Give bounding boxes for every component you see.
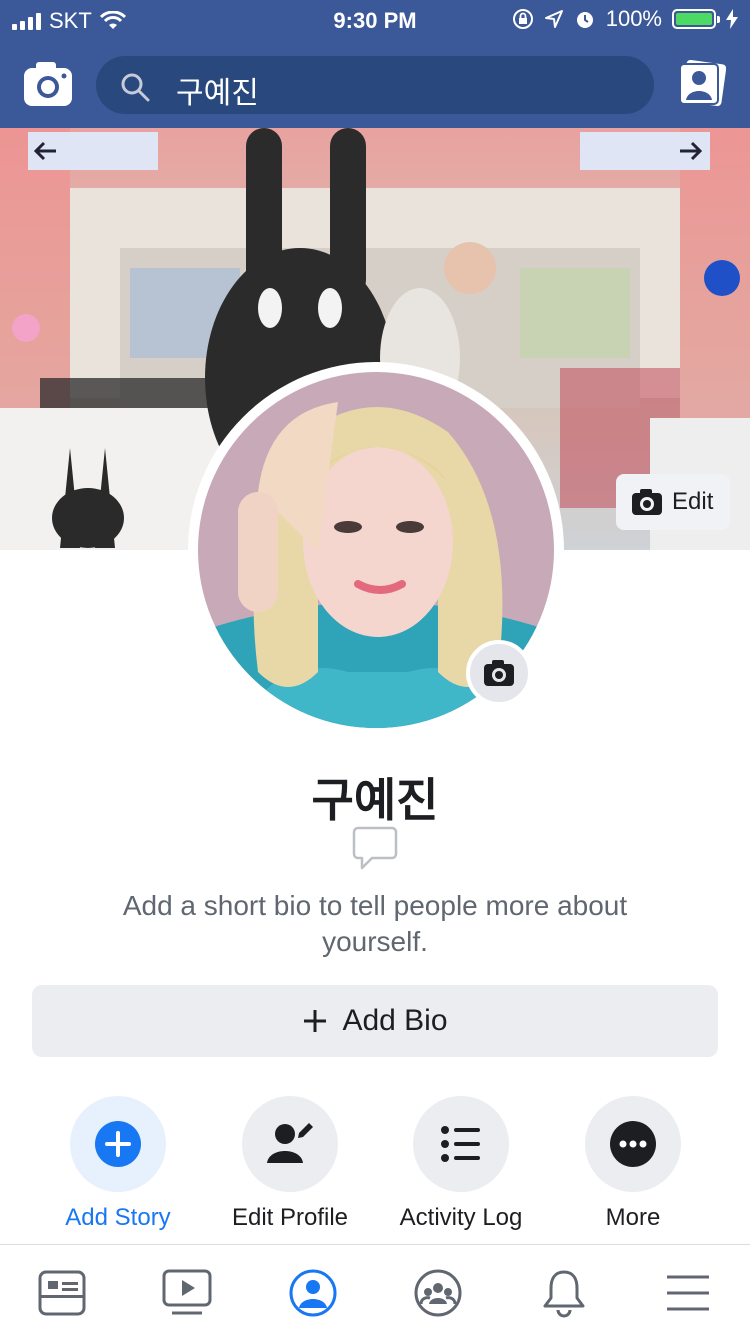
top-bar: SKT 9:30 PM 100% 구예진 bbox=[0, 0, 750, 128]
activity-log-label: Activity Log bbox=[399, 1204, 523, 1231]
edit-cover-label: Edit bbox=[672, 488, 714, 515]
battery-icon bbox=[672, 9, 720, 29]
menu-icon bbox=[667, 1275, 709, 1311]
edit-profile-button[interactable]: Edit Profile bbox=[205, 1096, 375, 1232]
news-feed-icon bbox=[38, 1270, 86, 1316]
search-input[interactable]: 구예진 bbox=[176, 68, 259, 112]
search-bar[interactable]: 구예진 bbox=[96, 56, 654, 114]
tab-notifications[interactable] bbox=[534, 1263, 594, 1323]
profile-actions: Add Story Edit Profile Activity Log More bbox=[0, 1096, 750, 1246]
list-icon bbox=[441, 1126, 480, 1162]
more-icon bbox=[610, 1121, 656, 1167]
plus-icon bbox=[304, 1010, 327, 1032]
groups-icon bbox=[414, 1269, 462, 1317]
activity-log-button[interactable]: Activity Log bbox=[376, 1096, 546, 1232]
add-story-button[interactable]: Add Story bbox=[33, 1096, 203, 1232]
add-bio-button[interactable]: Add Bio bbox=[32, 985, 718, 1057]
tab-news-feed[interactable] bbox=[32, 1263, 92, 1323]
status-bar: SKT 9:30 PM 100% bbox=[0, 0, 750, 40]
notifications-icon bbox=[543, 1270, 585, 1318]
bio-prompt-text: Add a short bio to tell people more abou… bbox=[122, 890, 628, 957]
rotation-lock-icon bbox=[512, 9, 533, 29]
camera-icon bbox=[632, 489, 662, 515]
camera-button[interactable] bbox=[24, 62, 72, 106]
location-icon bbox=[544, 10, 563, 28]
edit-profile-label: Edit Profile bbox=[231, 1204, 349, 1231]
camera-icon bbox=[24, 62, 72, 106]
tab-profile[interactable] bbox=[283, 1263, 343, 1323]
more-button[interactable]: More bbox=[548, 1096, 718, 1232]
battery-percent: 100% bbox=[605, 6, 662, 31]
more-label: More bbox=[605, 1204, 661, 1231]
tab-menu[interactable] bbox=[658, 1263, 718, 1323]
profile-icon bbox=[289, 1269, 337, 1317]
tab-groups[interactable] bbox=[408, 1263, 468, 1323]
watch-icon bbox=[162, 1269, 212, 1315]
bottom-tab-bar bbox=[0, 1244, 750, 1335]
profile-name: 구예진 bbox=[311, 774, 439, 826]
search-icon bbox=[121, 73, 150, 102]
update-profile-picture-button[interactable] bbox=[466, 640, 532, 706]
camera-icon bbox=[484, 660, 514, 686]
profile-card-icon bbox=[679, 59, 727, 107]
add-bio-label: Add Bio bbox=[342, 1004, 448, 1037]
edit-cover-button[interactable]: Edit bbox=[616, 474, 730, 530]
speech-bubble-icon bbox=[352, 826, 398, 870]
profile-shortcut-button[interactable] bbox=[678, 59, 727, 108]
plus-icon bbox=[95, 1121, 141, 1167]
add-story-label: Add Story bbox=[65, 1204, 171, 1231]
tab-watch[interactable] bbox=[157, 1263, 217, 1323]
charging-icon bbox=[726, 9, 738, 29]
alarm-icon bbox=[576, 12, 593, 28]
person-edit-icon bbox=[267, 1123, 313, 1163]
